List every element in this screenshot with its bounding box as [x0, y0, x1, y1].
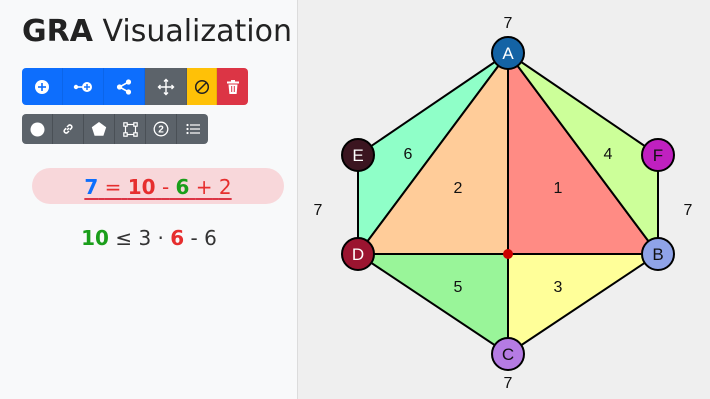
link-tool-button[interactable] — [53, 114, 84, 144]
move-arrows-icon — [157, 78, 174, 95]
node-label-D: D — [352, 245, 364, 264]
disable-button[interactable] — [187, 68, 217, 105]
face-label-4: 4 — [604, 146, 613, 163]
bounding-box-icon — [122, 121, 138, 137]
circle-icon — [30, 122, 44, 136]
node-label-F: F — [653, 146, 663, 165]
link-icon — [63, 124, 73, 134]
trash-icon — [226, 79, 239, 94]
circled-2-icon: 2 — [153, 121, 169, 137]
node-D[interactable]: D — [341, 237, 375, 271]
polygon-tool-button[interactable] — [84, 114, 115, 144]
node-label-C: C — [502, 345, 514, 364]
face-label-2: 2 — [454, 180, 463, 197]
add-node-button[interactable] — [22, 68, 63, 105]
list-tool-button[interactable] — [177, 114, 208, 144]
pentagon-icon — [91, 122, 107, 136]
graph-canvas[interactable]: 1 2 3 4 5 6 7 7 7 7 A B C D E F — [298, 0, 710, 399]
node-C[interactable]: C — [491, 337, 525, 371]
main-toolbar — [22, 68, 248, 105]
node-label-B: B — [652, 245, 663, 264]
circle-tool-button[interactable] — [22, 114, 53, 144]
face-5[interactable] — [354, 253, 509, 356]
slash-circle-icon — [194, 79, 209, 94]
move-button[interactable] — [145, 68, 187, 105]
face-label-1: 1 — [554, 180, 563, 197]
add-edge-button[interactable] — [63, 68, 104, 105]
shape-toolbar: 2 — [22, 114, 208, 144]
svg-text:2: 2 — [158, 125, 164, 136]
node-A[interactable]: A — [491, 36, 525, 70]
outer-label-right: 7 — [684, 202, 693, 219]
node-label-A: A — [502, 44, 514, 63]
node-B[interactable]: B — [641, 237, 675, 271]
plus-circle-icon — [35, 79, 49, 94]
outer-label-left: 7 — [314, 202, 323, 219]
number-tool-button[interactable]: 2 — [146, 114, 177, 144]
outer-label-top: 7 — [504, 15, 513, 32]
share-icon — [116, 78, 132, 95]
edge-plus-icon — [73, 81, 92, 92]
share-button[interactable] — [104, 68, 145, 105]
page-title: GRA Visualization — [22, 14, 292, 49]
face-label-6: 6 — [404, 146, 413, 163]
bounding-box-button[interactable] — [115, 114, 146, 144]
delete-button[interactable] — [217, 68, 248, 105]
equation-display: 7 = 10 - 6 + 2 — [32, 168, 284, 204]
node-label-E: E — [352, 146, 363, 165]
node-E[interactable]: E — [341, 138, 375, 172]
outer-label-bottom: 7 — [504, 375, 513, 392]
center-point[interactable] — [503, 249, 513, 259]
node-F[interactable]: F — [641, 138, 675, 172]
inequality-display: 10 ≤ 3 · 6 - 6 — [81, 226, 217, 250]
list-icon — [185, 123, 200, 135]
face-label-5: 5 — [454, 279, 463, 296]
face-label-3: 3 — [554, 279, 563, 296]
face-3[interactable] — [507, 253, 662, 356]
sidebar: GRA Visualization 2 7 = 10 - 6 + 2 10 ≤ … — [0, 0, 298, 399]
